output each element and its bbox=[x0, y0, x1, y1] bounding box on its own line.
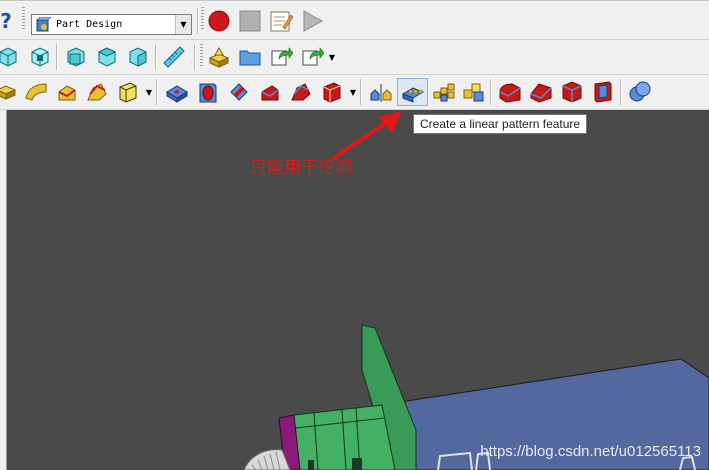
edit-macro-icon bbox=[270, 11, 293, 32]
view-top-button[interactable] bbox=[93, 43, 121, 71]
loft-icon bbox=[58, 85, 76, 101]
stop-macro-icon bbox=[239, 10, 261, 32]
toolbar-grip[interactable] bbox=[200, 44, 203, 68]
additive-box-button[interactable] bbox=[114, 78, 142, 106]
record-macro-icon bbox=[208, 10, 230, 32]
groove-button[interactable] bbox=[225, 78, 253, 106]
pad-button[interactable] bbox=[0, 78, 20, 106]
pad-icon bbox=[0, 85, 17, 100]
cube-front-icon bbox=[67, 47, 85, 67]
subtractive-loft-icon bbox=[261, 85, 279, 101]
chamfer-button[interactable] bbox=[527, 78, 555, 106]
svg-text:?: ? bbox=[0, 9, 12, 33]
record-macro-button[interactable] bbox=[205, 7, 233, 35]
whats-this-button[interactable]: ? bbox=[0, 7, 20, 35]
chevron-down-icon[interactable]: ▼ bbox=[328, 54, 336, 62]
view-front-button[interactable] bbox=[62, 43, 90, 71]
mirrored-button[interactable] bbox=[367, 78, 395, 106]
view-axonometric-button[interactable] bbox=[26, 43, 54, 71]
hole-button[interactable] bbox=[194, 78, 222, 106]
pipe-icon bbox=[87, 83, 107, 101]
subtractive-box-icon bbox=[323, 82, 341, 103]
run-macro-button[interactable] bbox=[298, 7, 326, 35]
toolbar-separator bbox=[194, 44, 196, 70]
part-icon bbox=[208, 46, 230, 68]
folder-icon bbox=[239, 50, 261, 66]
workbench-selector-label: Part Design bbox=[56, 19, 123, 30]
cube-right-icon bbox=[129, 47, 147, 67]
ruler-icon bbox=[163, 46, 185, 68]
chevron-down-icon[interactable]: ▼ bbox=[349, 89, 357, 97]
cube-axonometric-icon bbox=[31, 47, 49, 67]
groove-icon bbox=[230, 83, 248, 101]
toolbar-separator bbox=[155, 44, 157, 70]
subtractive-pipe-icon bbox=[291, 83, 311, 101]
view-rear-button[interactable] bbox=[0, 43, 22, 71]
thickness-icon bbox=[594, 81, 612, 103]
run-macro-icon bbox=[303, 10, 324, 32]
subtractive-box-button[interactable] bbox=[318, 78, 346, 106]
additive-box-icon bbox=[119, 82, 137, 103]
chamfer-icon bbox=[530, 83, 552, 103]
toolbar-grip[interactable] bbox=[22, 7, 25, 31]
stop-macro-button[interactable] bbox=[236, 7, 264, 35]
linear-pattern-icon bbox=[401, 87, 424, 103]
toolbar-separator bbox=[56, 44, 58, 70]
mirrored-icon bbox=[370, 84, 392, 102]
create-group-button[interactable] bbox=[236, 43, 264, 71]
watermark: https://blog.csdn.net/u012565113 bbox=[480, 443, 701, 460]
cube-view-icon bbox=[0, 47, 17, 67]
tooltip: Create a linear pattern feature bbox=[413, 114, 588, 134]
multi-transform-icon bbox=[463, 83, 484, 102]
toolbar-separator bbox=[490, 79, 492, 105]
annotation-label: 只能用于挖洞 bbox=[250, 158, 352, 178]
multi-transform-button[interactable] bbox=[460, 78, 488, 106]
create-link-button[interactable] bbox=[267, 43, 295, 71]
polar-pattern-button[interactable] bbox=[430, 78, 458, 106]
pocket-icon bbox=[166, 85, 188, 103]
view-right-button[interactable] bbox=[124, 43, 152, 71]
linear-pattern-button[interactable] bbox=[397, 78, 428, 106]
pocket-button[interactable] bbox=[163, 78, 191, 106]
fillet-icon bbox=[499, 83, 521, 103]
polar-pattern-icon bbox=[433, 83, 455, 102]
draft-icon bbox=[562, 81, 582, 103]
cube-top-icon bbox=[97, 47, 117, 67]
boolean-icon bbox=[629, 81, 651, 102]
hole-icon bbox=[199, 83, 217, 103]
toolbar-separator bbox=[360, 79, 362, 105]
toolbar-separator bbox=[197, 8, 199, 34]
toolbar-separator bbox=[620, 79, 622, 105]
edit-macro-button[interactable] bbox=[267, 7, 295, 35]
boolean-button[interactable] bbox=[626, 78, 654, 106]
whats-this-icon: ? bbox=[0, 9, 12, 33]
toolbar-row-view: ▼ bbox=[0, 40, 709, 75]
fillet-button[interactable] bbox=[496, 78, 524, 106]
toolbar-grip[interactable] bbox=[201, 7, 204, 31]
part-design-icon bbox=[36, 16, 51, 31]
subtractive-pipe-button[interactable] bbox=[287, 78, 315, 106]
green-box-slot bbox=[352, 458, 362, 470]
workbench-selector[interactable]: Part Design ▼ bbox=[31, 14, 192, 35]
draft-button[interactable] bbox=[558, 78, 586, 106]
measure-distance-button[interactable] bbox=[160, 43, 188, 71]
additive-loft-button[interactable] bbox=[53, 78, 81, 106]
create-part-button[interactable] bbox=[205, 43, 233, 71]
link-actions-icon bbox=[302, 47, 324, 66]
link-actions-button[interactable] bbox=[298, 43, 326, 71]
chevron-down-icon[interactable]: ▼ bbox=[175, 15, 191, 34]
subtractive-loft-button[interactable] bbox=[256, 78, 284, 106]
chevron-down-icon[interactable]: ▼ bbox=[145, 89, 153, 97]
thickness-button[interactable] bbox=[589, 78, 617, 106]
link-icon bbox=[271, 47, 293, 66]
green-box-slot bbox=[308, 460, 314, 470]
revolution-icon bbox=[25, 83, 47, 101]
additive-pipe-button[interactable] bbox=[83, 78, 111, 106]
toolbar-row-main: ? Part Design ▼ bbox=[0, 0, 709, 40]
revolution-button[interactable] bbox=[22, 78, 50, 106]
toolbar-separator bbox=[156, 79, 158, 105]
